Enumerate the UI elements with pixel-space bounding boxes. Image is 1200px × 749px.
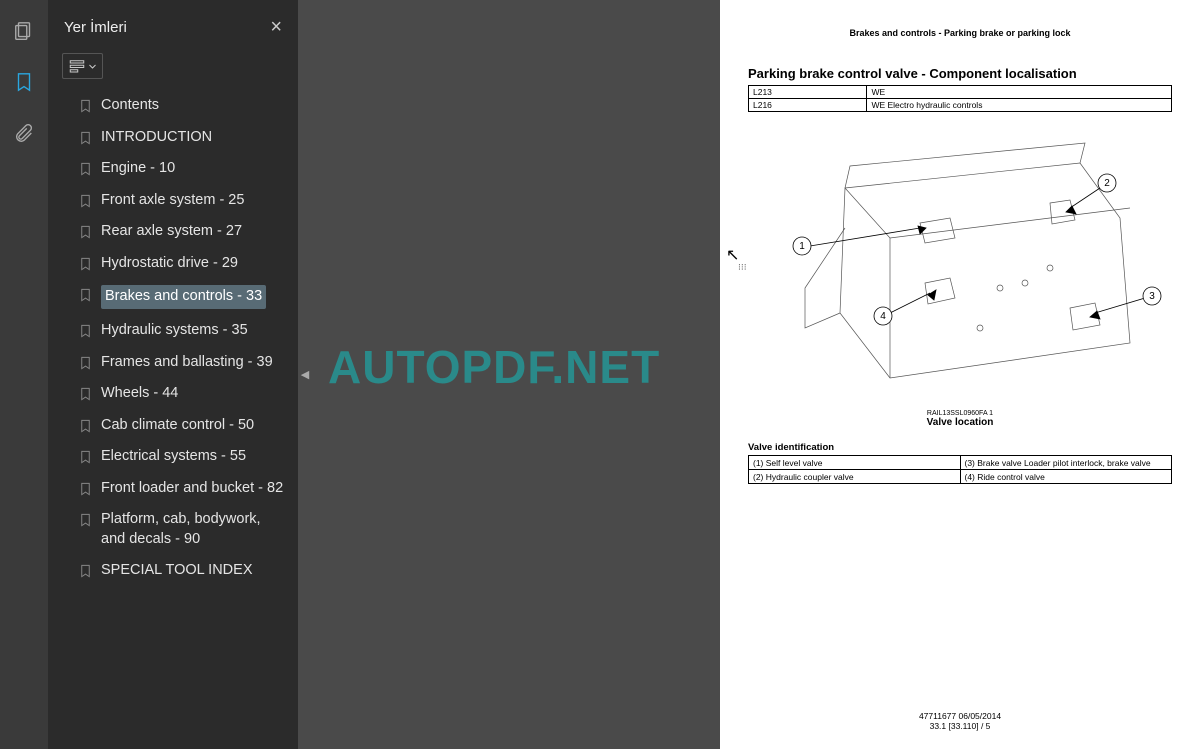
bookmark-label: Cab climate control - 50 [101, 416, 254, 436]
table-row: L213WE [749, 86, 1172, 99]
cursor-icon: ↖ [726, 245, 739, 265]
bookmark-label: Frames and ballasting - 39 [101, 353, 273, 373]
bookmark-item[interactable]: Hydraulic systems - 35 [74, 315, 290, 347]
bookmarks-icon[interactable] [13, 71, 35, 98]
page-footer: 47711677 06/05/2014 33.1 [33.110] / 5 [748, 691, 1172, 731]
bookmark-item[interactable]: Contents [74, 90, 290, 122]
bookmark-label: Wheels - 44 [101, 384, 178, 404]
legend-cell: (4) Ride control valve [960, 470, 1172, 484]
bookmark-item[interactable]: Frames and ballasting - 39 [74, 347, 290, 379]
legend-cell: (1) Self level valve [749, 456, 961, 470]
model-code: L216 [749, 99, 867, 112]
panel-toolbar [56, 51, 290, 90]
bookmark-item[interactable]: Front axle system - 25 [74, 185, 290, 217]
svg-text:1: 1 [799, 241, 805, 252]
bookmark-item[interactable]: Wheels - 44 [74, 378, 290, 410]
bookmark-item[interactable]: Brakes and controls - 33 [74, 279, 290, 315]
bookmark-item[interactable]: SPECIAL TOOL INDEX [74, 555, 290, 587]
watermark-text: AUTOPDF.NET [328, 340, 660, 394]
bookmark-label: Contents [101, 96, 159, 116]
pdf-page: ↖ ⁝⁝⁝ Brakes and controls - Parking brak… [720, 0, 1200, 749]
bookmark-label: Front loader and bucket - 82 [101, 479, 283, 499]
bookmark-label: Platform, cab, bodywork, and decals - 90 [101, 510, 286, 549]
table-row: (1) Self level valve(3) Brake valve Load… [749, 456, 1172, 470]
bookmark-item[interactable]: Rear axle system - 27 [74, 216, 290, 248]
svg-text:2: 2 [1104, 178, 1110, 189]
valve-diagram: 1 2 3 4 [748, 128, 1172, 408]
bookmark-item[interactable]: INTRODUCTION [74, 122, 290, 154]
footer-pagenum: 33.1 [33.110] / 5 [748, 721, 1172, 731]
bookmark-label: INTRODUCTION [101, 128, 212, 148]
bookmark-label: Electrical systems - 55 [101, 447, 246, 467]
attachments-icon[interactable] [13, 122, 35, 149]
table-row: (2) Hydraulic coupler valve(4) Ride cont… [749, 470, 1172, 484]
panel-header: Yer İmleri × [56, 10, 290, 51]
model-table: L213WEL216WE Electro hydraulic controls [748, 85, 1172, 112]
panel-title: Yer İmleri [64, 19, 127, 36]
svg-text:3: 3 [1149, 291, 1155, 302]
bookmark-label: Rear axle system - 27 [101, 222, 242, 242]
outline-options-button[interactable] [62, 53, 103, 79]
document-viewport[interactable]: ◀ AUTOPDF.NET ↖ ⁝⁝⁝ Brakes and controls … [298, 0, 1200, 749]
collapse-panel-handle[interactable]: ◀ [298, 355, 312, 395]
diagram-caption: Valve location [748, 417, 1172, 428]
legend-title: Valve identification [748, 442, 1172, 453]
legend-table: (1) Self level valve(3) Brake valve Load… [748, 455, 1172, 484]
left-icon-rail [0, 0, 48, 749]
page-breadcrumb: Brakes and controls - Parking brake or p… [748, 28, 1172, 38]
model-desc: WE Electro hydraulic controls [867, 99, 1172, 112]
diagram-ref: RAIL13SSL0960FA 1 [748, 410, 1172, 417]
legend-cell: (2) Hydraulic coupler valve [749, 470, 961, 484]
bookmark-label: Brakes and controls - 33 [101, 285, 266, 309]
bookmarks-panel: Yer İmleri × Contents INTRODUCTION Engine … [48, 0, 298, 749]
table-row: L216WE Electro hydraulic controls [749, 99, 1172, 112]
pages-icon[interactable] [13, 20, 35, 47]
bookmark-label: Engine - 10 [101, 159, 175, 179]
svg-text:4: 4 [880, 311, 886, 322]
model-desc: WE [867, 86, 1172, 99]
bookmarks-list: Contents INTRODUCTION Engine - 10 Front axl… [56, 90, 290, 739]
bookmark-item[interactable]: Electrical systems - 55 [74, 441, 290, 473]
bookmark-item[interactable]: Front loader and bucket - 82 [74, 473, 290, 505]
close-icon[interactable]: × [270, 16, 282, 39]
bookmark-item[interactable]: Platform, cab, bodywork, and decals - 90 [74, 504, 290, 555]
bookmark-label: Hydrostatic drive - 29 [101, 254, 238, 274]
bookmark-label: Front axle system - 25 [101, 191, 244, 211]
legend-cell: (3) Brake valve Loader pilot interlock, … [960, 456, 1172, 470]
bookmark-item[interactable]: Hydrostatic drive - 29 [74, 248, 290, 280]
bookmark-item[interactable]: Cab climate control - 50 [74, 410, 290, 442]
footer-docid: 47711677 06/05/2014 [748, 711, 1172, 721]
model-code: L213 [749, 86, 867, 99]
bookmark-label: SPECIAL TOOL INDEX [101, 561, 253, 581]
bookmark-label: Hydraulic systems - 35 [101, 321, 248, 341]
bookmark-item[interactable]: Engine - 10 [74, 153, 290, 185]
page-title: Parking brake control valve - Component … [748, 66, 1172, 81]
